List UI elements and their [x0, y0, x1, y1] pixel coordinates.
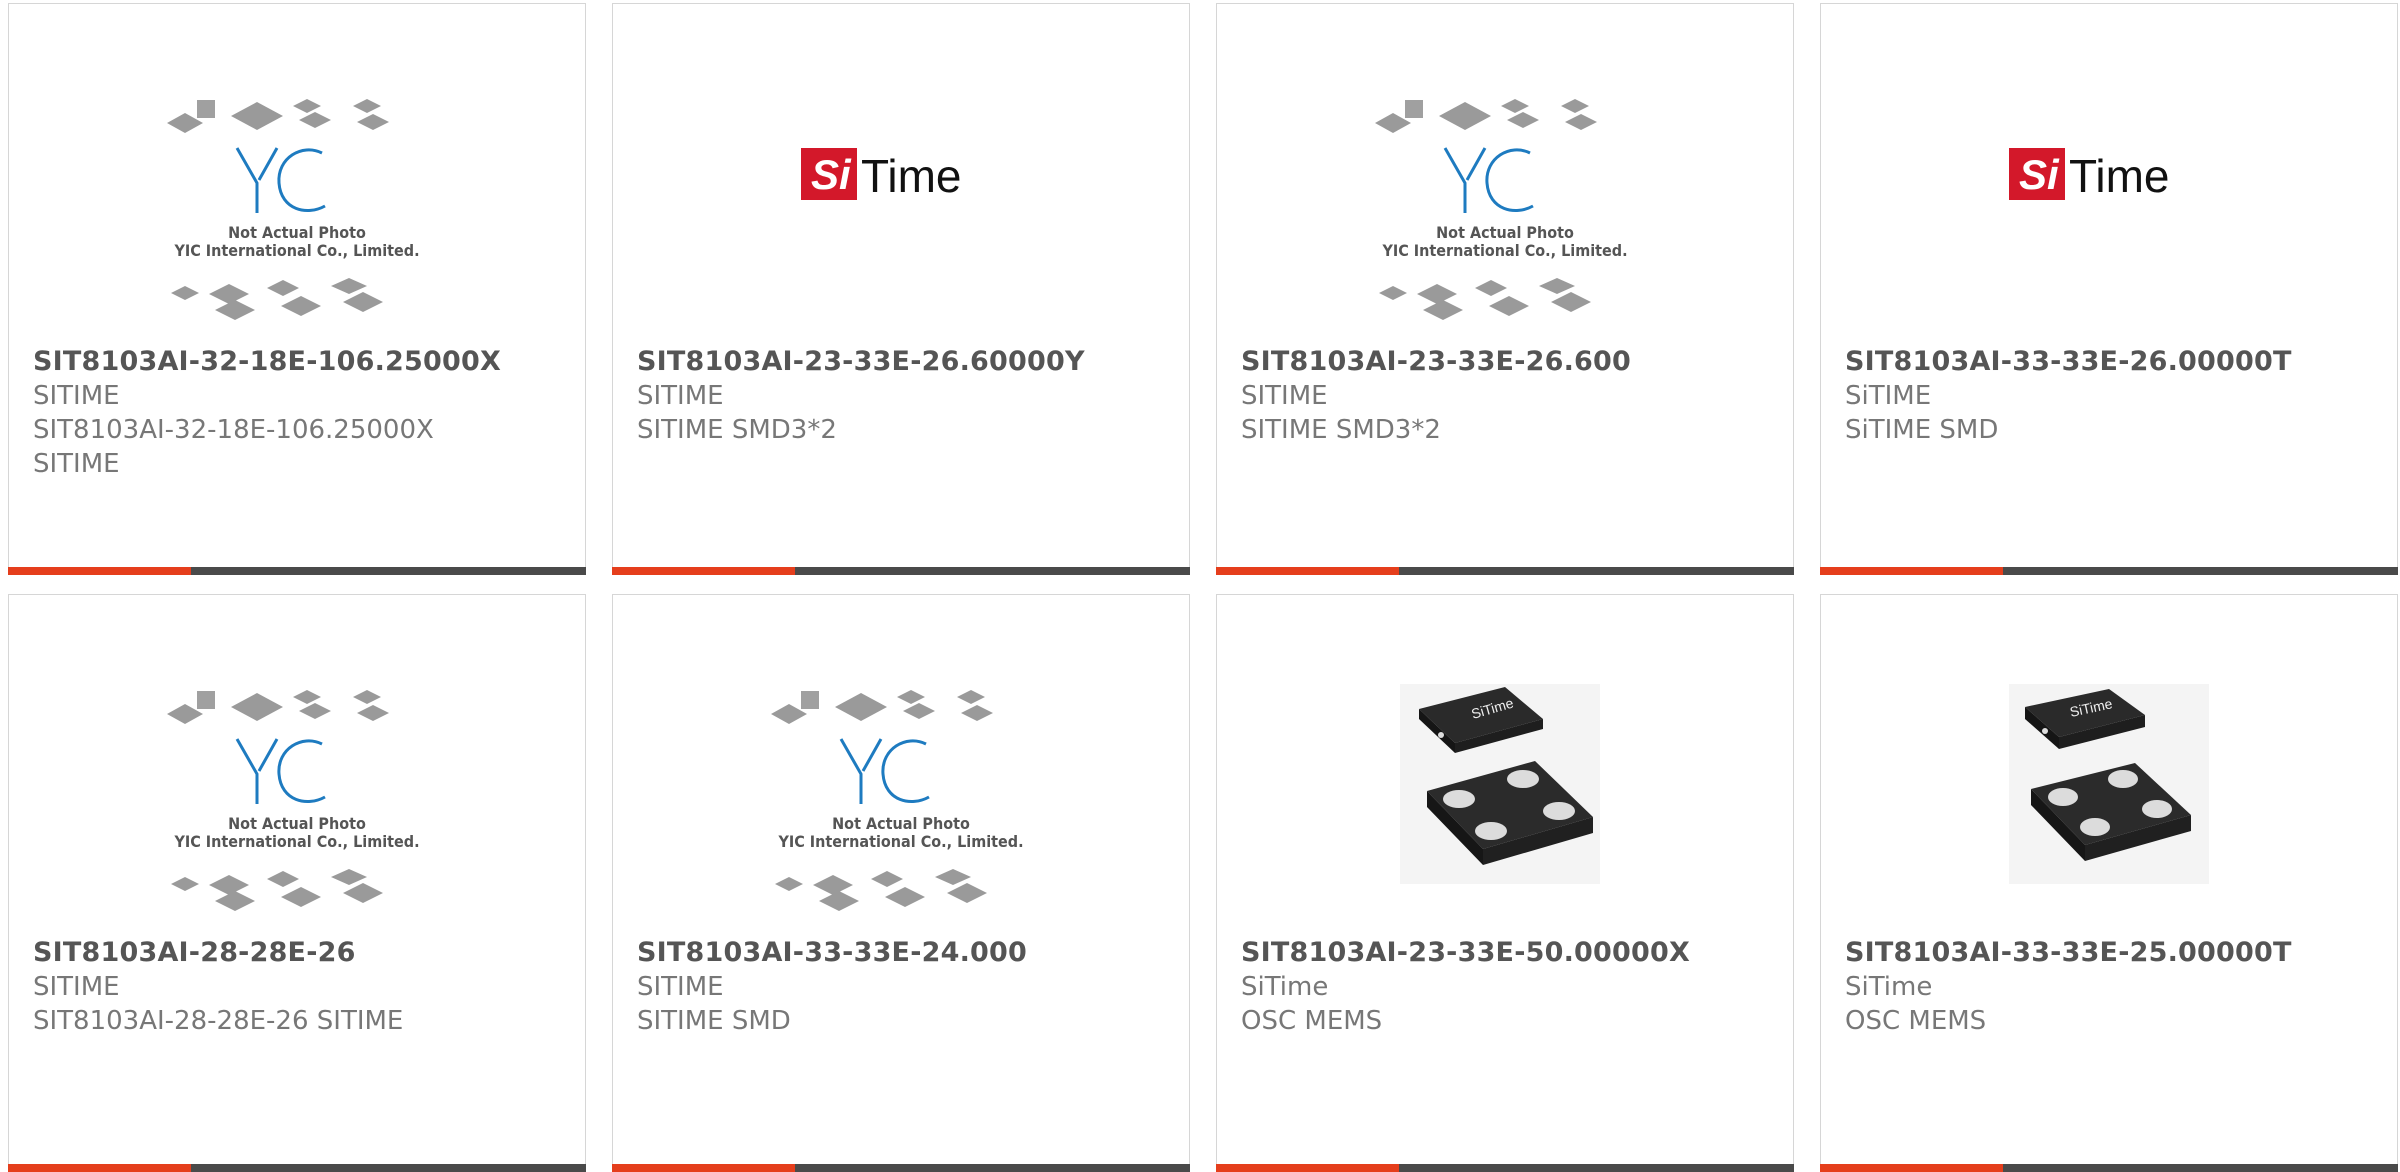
product-card[interactable]: Si Time SIT8103AI-33-33E-26.00000T SiTIM… — [1820, 3, 2398, 575]
manufacturer: SiTime — [1845, 972, 1933, 1002]
product-image[interactable]: Si Time — [1959, 88, 2259, 338]
part-number-link[interactable]: SIT8103AI-28-28E-26 — [33, 936, 565, 970]
manufacturer: SiTime — [1241, 972, 1329, 1002]
part-number-link[interactable]: SIT8103AI-23-33E-26.60000Y — [637, 345, 1169, 379]
yic-placeholder-icon: Not Actual Photo YIC International Co., … — [167, 690, 420, 911]
manufacturer: SITIME — [33, 381, 120, 411]
product-image[interactable]: Not Actual Photo YIC International Co., … — [1355, 88, 1655, 338]
description: SITIME SMD — [637, 1006, 791, 1036]
svg-text:Time: Time — [2069, 150, 2170, 202]
card-accent — [1820, 567, 2003, 575]
svg-text:Not Actual Photo: Not Actual Photo — [228, 223, 366, 242]
svg-text:Si: Si — [2019, 151, 2060, 198]
card-bottom-bar — [1216, 567, 1794, 575]
description: SITIME SMD3*2 — [1241, 415, 1441, 445]
svg-text:Not Actual Photo: Not Actual Photo — [1436, 223, 1574, 242]
mems-oscillator-chip-icon: SiTime — [1400, 684, 1600, 884]
svg-text:YIC International Co., Limited: YIC International Co., Limited. — [173, 832, 419, 851]
description-2: SITIME — [33, 449, 120, 479]
manufacturer: SITIME — [33, 972, 120, 1002]
yic-placeholder-icon: Not Actual Photo YIC International Co., … — [1375, 99, 1628, 320]
card-bottom-bar — [8, 567, 586, 575]
part-number-link[interactable]: SIT8103AI-23-33E-26.600 — [1241, 345, 1773, 379]
card-accent — [612, 567, 795, 575]
sitime-logo-icon: Si Time — [2009, 148, 2170, 202]
manufacturer: SITIME — [1241, 381, 1328, 411]
product-card[interactable]: Not Actual Photo YIC International Co., … — [8, 3, 586, 575]
product-card[interactable]: Not Actual Photo YIC International Co., … — [8, 594, 586, 1172]
description: OSC MEMS — [1241, 1006, 1383, 1036]
svg-text:YIC International Co., Limited: YIC International Co., Limited. — [1381, 241, 1627, 260]
product-image[interactable]: Not Actual Photo YIC International Co., … — [751, 679, 1051, 929]
product-grid: Not Actual Photo YIC International Co., … — [0, 0, 2400, 1172]
card-accent — [1216, 1164, 1399, 1172]
product-image[interactable]: SiTime — [1959, 679, 2259, 929]
svg-text:Not Actual Photo: Not Actual Photo — [228, 814, 366, 833]
card-accent — [8, 567, 191, 575]
part-number-link[interactable]: SIT8103AI-32-18E-106.25000X — [33, 345, 565, 379]
card-accent — [612, 1164, 795, 1172]
yic-placeholder-icon: Not Actual Photo YIC International Co., … — [167, 99, 420, 320]
product-card[interactable]: SiTime SIT8103AI-23-33E-50.00000X SiTime… — [1216, 594, 1794, 1172]
manufacturer: SITIME — [637, 381, 724, 411]
card-bottom-bar — [612, 567, 1190, 575]
product-card[interactable]: Si Time SIT8103AI-23-33E-26.60000Y SITIM… — [612, 3, 1190, 575]
svg-text:Si: Si — [811, 151, 852, 198]
card-bottom-bar — [1216, 1164, 1794, 1172]
manufacturer: SITIME — [637, 972, 724, 1002]
card-accent — [8, 1164, 191, 1172]
product-image[interactable]: Si Time — [751, 88, 1051, 338]
description: SIT8103AI-28-28E-26 SITIME — [33, 1006, 404, 1036]
sitime-logo-icon: Si Time — [801, 148, 962, 202]
svg-text:YIC International Co., Limited: YIC International Co., Limited. — [173, 241, 419, 260]
manufacturer: SiTIME — [1845, 381, 1932, 411]
yic-placeholder-icon: Not Actual Photo YIC International Co., … — [771, 690, 1024, 911]
card-bottom-bar — [8, 1164, 586, 1172]
card-accent — [1216, 567, 1399, 575]
svg-text:YIC International Co., Limited: YIC International Co., Limited. — [777, 832, 1023, 851]
card-accent — [1820, 1164, 2003, 1172]
part-number-link[interactable]: SIT8103AI-33-33E-26.00000T — [1845, 345, 2377, 379]
product-image[interactable]: Not Actual Photo YIC International Co., … — [147, 88, 447, 338]
product-image[interactable]: Not Actual Photo YIC International Co., … — [147, 679, 447, 929]
part-number-link[interactable]: SIT8103AI-23-33E-50.00000X — [1241, 936, 1773, 970]
product-card[interactable]: Not Actual Photo YIC International Co., … — [1216, 3, 1794, 575]
product-card[interactable]: SiTime SIT8103AI-33-33E-25.00000T SiTime… — [1820, 594, 2398, 1172]
card-bottom-bar — [1820, 567, 2398, 575]
part-number-link[interactable]: SIT8103AI-33-33E-24.000 — [637, 936, 1169, 970]
card-bottom-bar — [1820, 1164, 2398, 1172]
svg-text:Not Actual Photo: Not Actual Photo — [832, 814, 970, 833]
mems-oscillator-chip-icon: SiTime — [2009, 684, 2209, 884]
svg-text:Time: Time — [861, 150, 962, 202]
description: OSC MEMS — [1845, 1006, 1987, 1036]
description: SITIME SMD3*2 — [637, 415, 837, 445]
product-image[interactable]: SiTime — [1355, 679, 1655, 929]
card-bottom-bar — [612, 1164, 1190, 1172]
description: SiTIME SMD — [1845, 415, 1999, 445]
product-card[interactable]: Not Actual Photo YIC International Co., … — [612, 594, 1190, 1172]
part-number-link[interactable]: SIT8103AI-33-33E-25.00000T — [1845, 936, 2377, 970]
description: SIT8103AI-32-18E-106.25000X — [33, 415, 434, 445]
